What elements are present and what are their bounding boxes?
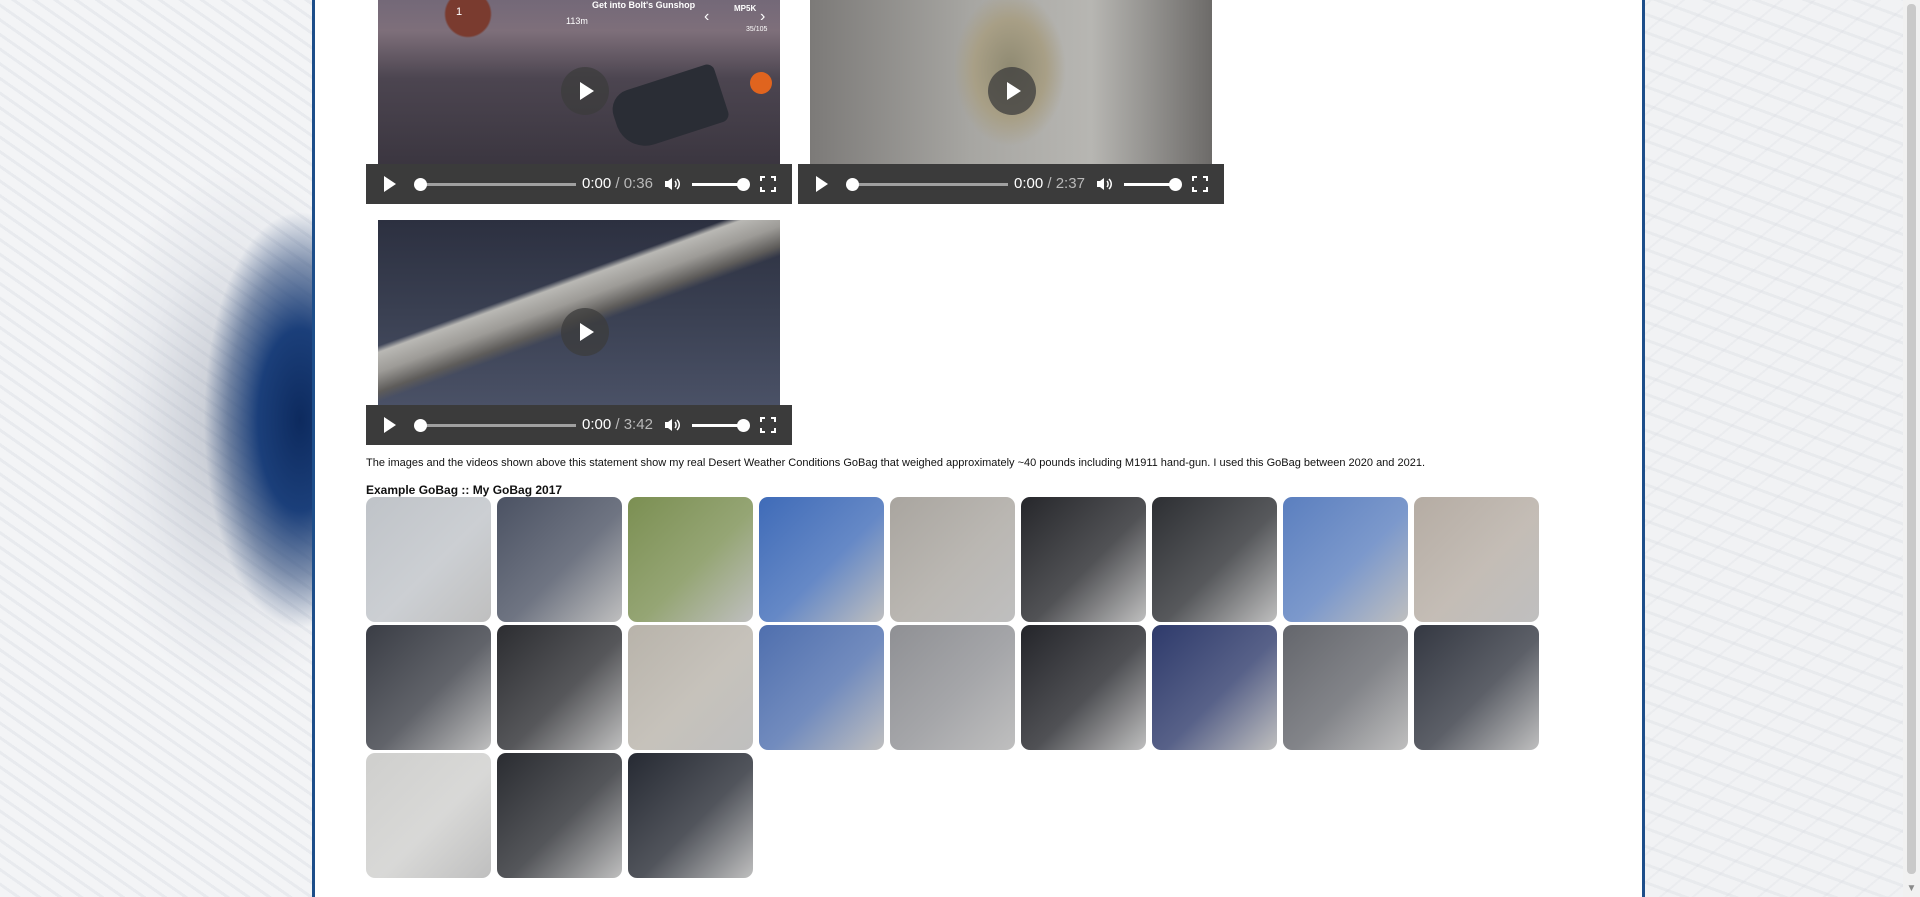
seek-bar[interactable] [846, 178, 1008, 191]
gallery-thumbnail-pens[interactable] [890, 497, 1015, 622]
play-overlay-icon[interactable] [988, 67, 1036, 115]
seek-knob[interactable] [846, 178, 859, 191]
duration: 3:42 [623, 416, 653, 433]
current-time: 0:00 [582, 175, 612, 192]
gallery-thumbnail-fixed-blade-knife[interactable] [759, 625, 884, 750]
seek-bar[interactable] [414, 419, 576, 432]
time-separator: / [615, 175, 620, 192]
play-button[interactable] [384, 417, 396, 433]
background-right-pattern [1640, 0, 1920, 897]
volume-slider[interactable] [692, 178, 750, 191]
hud-weapon-label: MP5K [734, 4, 757, 13]
play-overlay-icon[interactable] [561, 67, 609, 115]
play-button[interactable] [384, 176, 396, 192]
time-display: 0:00 / 3:42 [582, 416, 653, 433]
time-display: 0:00 / 0:36 [582, 175, 653, 192]
duration: 2:37 [1055, 175, 1085, 192]
hud-slot-label: 1 [456, 6, 463, 18]
video-1-controls: 0:00 / 0:36 [366, 164, 792, 204]
volume-knob[interactable] [1169, 178, 1182, 191]
gallery-thumbnail-earphones[interactable] [1152, 497, 1277, 622]
gallery-thumbnail-backpack[interactable] [366, 497, 491, 622]
gun-shape [607, 62, 731, 154]
fullscreen-icon[interactable] [760, 176, 776, 192]
time-separator: / [615, 416, 620, 433]
background-left-pattern [0, 0, 314, 897]
gallery-title: Example GoBag :: My GoBag 2017 [366, 483, 563, 497]
time-separator: / [1047, 175, 1052, 192]
gallery-thumbnail-boots-closeup[interactable] [497, 753, 622, 878]
gallery-thumbnail-selfie-sunglasses[interactable] [1283, 625, 1408, 750]
fullscreen-icon[interactable] [1192, 176, 1208, 192]
scrollbar-thumb[interactable] [1907, 4, 1916, 874]
volume-slider[interactable] [692, 419, 750, 432]
chevron-left-icon: ‹ [704, 8, 710, 25]
gallery-thumbnail-cable[interactable] [628, 625, 753, 750]
play-button[interactable] [816, 176, 828, 192]
video-3-controls: 0:00 / 3:42 [366, 405, 792, 445]
volume-slider[interactable] [1124, 178, 1182, 191]
gallery-thumbnail-scarf-label[interactable] [890, 625, 1015, 750]
gallery-thumbnail-insoles[interactable] [1152, 625, 1277, 750]
gallery-thumbnail-accessories[interactable] [1414, 497, 1539, 622]
volume-icon[interactable] [664, 177, 680, 191]
volume-icon[interactable] [1096, 177, 1112, 191]
gallery-thumbnail-boots-on-rug[interactable] [366, 625, 491, 750]
seek-bar[interactable] [414, 178, 576, 191]
vertical-scrollbar[interactable]: ▼ [1903, 0, 1920, 897]
seek-knob[interactable] [414, 178, 427, 191]
scroll-down-arrow-icon[interactable]: ▼ [1903, 880, 1920, 897]
play-overlay-icon[interactable] [561, 308, 609, 356]
gallery-thumbnail-iphone-box[interactable] [1021, 625, 1146, 750]
gallery-thumbnail-watch-charger[interactable] [497, 625, 622, 750]
duration: 0:36 [623, 175, 653, 192]
video-2-controls: 0:00 / 2:37 [798, 164, 1224, 204]
volume-icon[interactable] [664, 418, 680, 432]
gallery-thumbnail-knife-on-shemagh[interactable] [1283, 497, 1408, 622]
current-time: 0:00 [1014, 175, 1044, 192]
hud-distance-text: 113m [566, 16, 588, 26]
seek-knob[interactable] [414, 419, 427, 432]
hud-objective-text: Get into Bolt's Gunshop [592, 0, 696, 10]
gobag-statement: The images and the videos shown above th… [366, 457, 1426, 469]
volume-knob[interactable] [737, 178, 750, 191]
gallery-thumbnail-nokia-phone-box[interactable] [759, 497, 884, 622]
hud-ammo-text: 35/105 [746, 26, 768, 33]
volume-knob[interactable] [737, 419, 750, 432]
fullscreen-icon[interactable] [760, 417, 776, 433]
current-time: 0:00 [582, 416, 612, 433]
gallery-thumbnail-boots-on-carpet[interactable] [366, 753, 491, 878]
orange-badge-icon [750, 72, 772, 94]
gallery-thumbnail-power-bank[interactable] [1414, 625, 1539, 750]
chevron-right-icon: › [760, 8, 766, 25]
time-display: 0:00 / 2:37 [1014, 175, 1085, 192]
gallery-thumbnail-zippo-lighter[interactable] [628, 497, 753, 622]
gallery-thumbnail-leather-wallet[interactable] [628, 753, 753, 878]
gallery-thumbnail-iphone-se[interactable] [1021, 497, 1146, 622]
gallery-thumbnail-flashlight[interactable] [497, 497, 622, 622]
